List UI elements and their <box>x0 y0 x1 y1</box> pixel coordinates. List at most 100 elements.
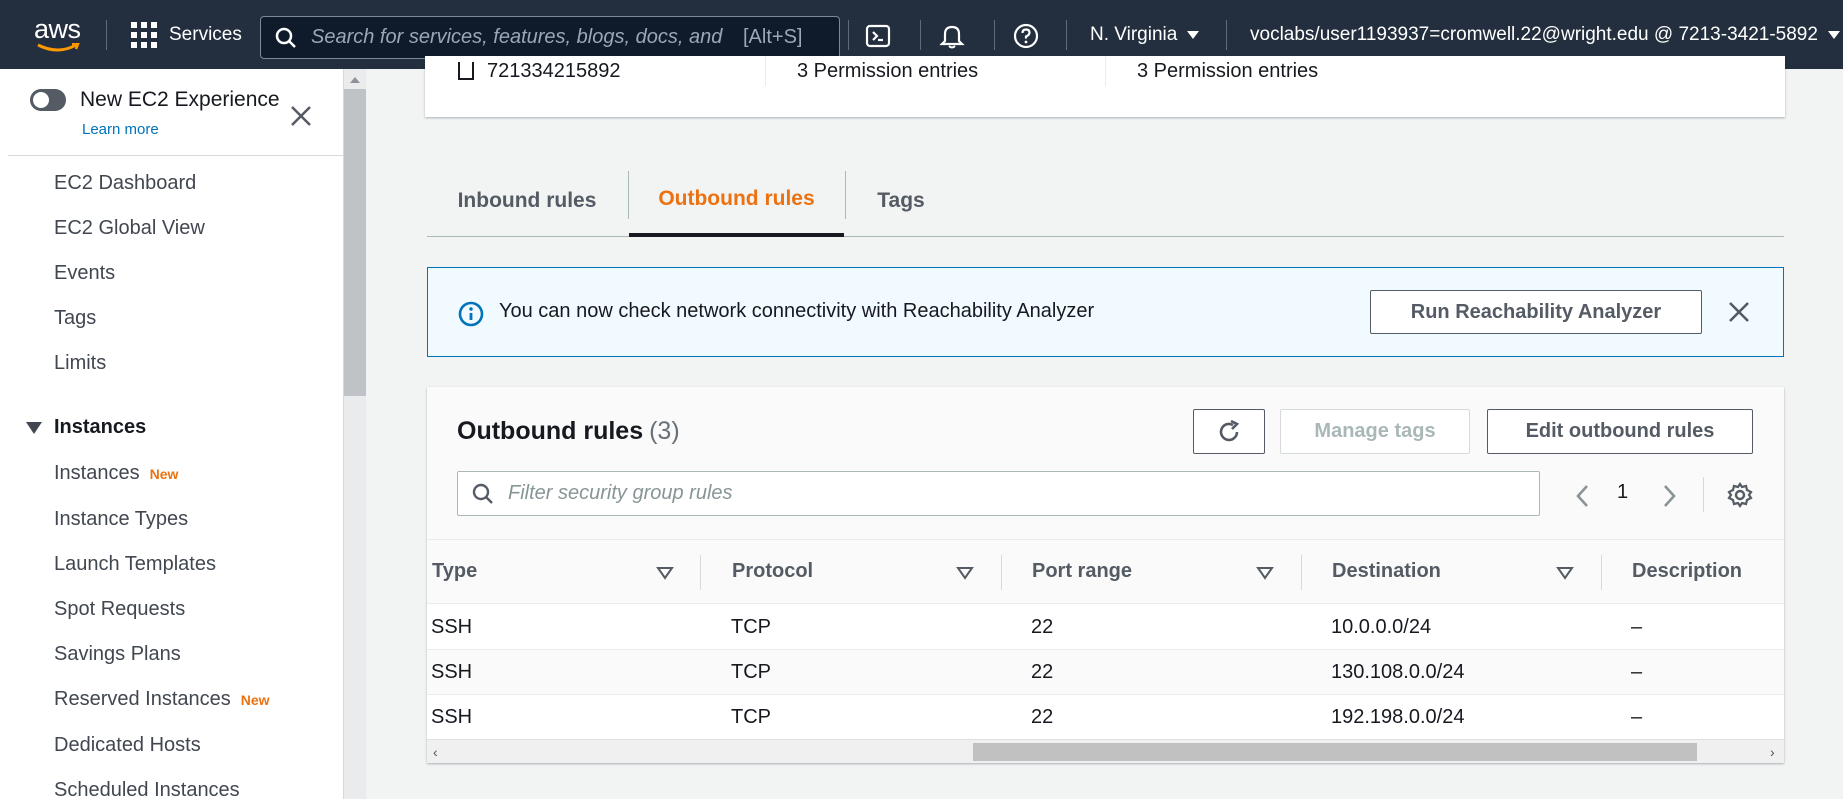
sort-icon[interactable] <box>656 566 674 580</box>
edit-outbound-rules-button[interactable]: Edit outbound rules <box>1487 409 1753 454</box>
table-row[interactable]: SSH TCP 22 130.108.0.0/24 – <box>427 650 1784 695</box>
cell-destination: 10.0.0.0/24 <box>1331 616 1432 638</box>
tab-outbound-rules[interactable]: Outbound rules <box>629 165 844 237</box>
region-label: N. Virginia <box>1090 24 1178 45</box>
column-divider <box>765 56 766 86</box>
sidebar-section-instances[interactable]: Instances <box>26 416 146 439</box>
new-experience-toggle[interactable] <box>30 89 66 111</box>
outbound-rules-table: Outbound rules (3) Manage tags Edit outbo… <box>427 387 1784 763</box>
sidebar-item-scheduled-instances[interactable]: Scheduled Instances <box>54 779 240 799</box>
caret-down-icon <box>1187 31 1200 39</box>
filter-rules-input[interactable]: Filter security group rules <box>457 471 1540 516</box>
table-row[interactable]: SSH TCP 22 10.0.0.0/24 – <box>427 605 1784 650</box>
column-header-description[interactable]: Description <box>1632 560 1742 583</box>
scroll-up-arrow-icon[interactable] <box>350 77 360 83</box>
outbound-rules-count: 3 Permission entries <box>1137 60 1319 82</box>
tab-inbound-rules[interactable]: Inbound rules <box>427 165 627 237</box>
scrollbar-thumb[interactable] <box>344 89 366 396</box>
tab-tags[interactable]: Tags <box>846 165 956 237</box>
new-experience-label: New EC2 Experience <box>80 88 280 111</box>
bell-icon[interactable] <box>938 22 966 50</box>
chevron-right-icon[interactable] <box>1659 483 1679 509</box>
gear-icon[interactable] <box>1727 482 1753 508</box>
account-menu[interactable]: voclabs/user1193937=cromwell.22@wright.e… <box>1250 24 1840 46</box>
search-shortcut: [Alt+S] <box>743 26 803 48</box>
learn-more-link[interactable]: Learn more <box>82 121 159 138</box>
info-flashbar: You can now check network connectivity w… <box>427 267 1784 357</box>
account-label: voclabs/user1193937=cromwell.22@wright.e… <box>1250 24 1818 45</box>
sidebar-item-ec2-global-view[interactable]: EC2 Global View <box>54 217 205 240</box>
table-title-label: Outbound rules <box>457 417 644 445</box>
cell-description: – <box>1631 706 1643 728</box>
sort-icon[interactable] <box>1256 566 1274 580</box>
column-divider[interactable] <box>1601 555 1602 590</box>
cell-type: SSH <box>431 616 473 638</box>
pager-divider <box>1703 477 1704 512</box>
close-icon[interactable] <box>290 105 312 127</box>
cell-destination: 130.108.0.0/24 <box>1331 661 1465 683</box>
filter-placeholder: Filter security group rules <box>508 482 733 504</box>
global-search-input[interactable]: Search for services, features, blogs, do… <box>260 16 840 59</box>
column-divider[interactable] <box>1301 555 1302 590</box>
column-divider <box>1105 56 1106 86</box>
sidebar-item-instances[interactable]: Instances New <box>54 462 178 485</box>
nav-divider <box>1226 20 1227 50</box>
sidebar-item-savings-plans[interactable]: Savings Plans <box>54 643 181 666</box>
cloudshell-icon[interactable] <box>864 22 892 50</box>
details-card: 721334215892 3 Permission entries 3 Perm… <box>425 56 1785 117</box>
sort-icon[interactable] <box>956 566 974 580</box>
scroll-right-arrow-icon[interactable]: › <box>1770 744 1775 760</box>
sidebar-item-ec2-dashboard[interactable]: EC2 Dashboard <box>54 172 196 195</box>
page-number[interactable]: 1 <box>1617 481 1628 504</box>
cell-type: SSH <box>431 661 473 683</box>
manage-tags-button[interactable]: Manage tags <box>1280 409 1470 454</box>
help-icon[interactable] <box>1012 22 1040 50</box>
column-divider[interactable] <box>700 555 701 590</box>
column-header-port-range[interactable]: Port range <box>1032 560 1132 583</box>
column-divider[interactable] <box>1001 555 1002 590</box>
column-header-type[interactable]: Type <box>432 560 477 583</box>
cell-protocol: TCP <box>731 616 771 638</box>
caret-down-icon <box>1827 31 1840 39</box>
run-reachability-analyzer-button[interactable]: Run Reachability Analyzer <box>1370 290 1702 334</box>
nav-divider <box>994 20 995 50</box>
inbound-rules-count: 3 Permission entries <box>797 60 979 82</box>
cell-port-range: 22 <box>1031 661 1054 683</box>
nav-divider <box>1066 20 1067 50</box>
column-header-protocol[interactable]: Protocol <box>732 560 813 583</box>
scroll-left-arrow-icon[interactable]: ‹ <box>433 744 438 760</box>
refresh-button[interactable] <box>1193 409 1265 454</box>
search-icon <box>275 27 296 48</box>
table-count: (3) <box>649 417 680 445</box>
triangle-down-icon <box>26 421 42 434</box>
cell-protocol: TCP <box>731 706 771 728</box>
sidebar-item-events[interactable]: Events <box>54 262 115 285</box>
chevron-left-icon[interactable] <box>1573 483 1593 509</box>
column-header-destination[interactable]: Destination <box>1332 560 1441 583</box>
sidebar-item-launch-templates[interactable]: Launch Templates <box>54 553 216 576</box>
close-icon[interactable] <box>1728 301 1750 323</box>
grid-icon <box>131 22 157 48</box>
table-horizontal-scrollbar[interactable]: ‹ › <box>427 739 1784 763</box>
cell-port-range: 22 <box>1031 616 1054 638</box>
cell-protocol: TCP <box>731 661 771 683</box>
sidebar-item-spot-requests[interactable]: Spot Requests <box>54 598 185 621</box>
sidebar-item-label: Instances <box>54 462 140 484</box>
sidebar-item-limits[interactable]: Limits <box>54 352 106 375</box>
copy-icon[interactable] <box>458 62 474 80</box>
sidebar-item-dedicated-hosts[interactable]: Dedicated Hosts <box>54 734 201 757</box>
sidebar-item-instance-types[interactable]: Instance Types <box>54 508 188 531</box>
search-icon <box>472 483 493 504</box>
scrollbar-thumb[interactable] <box>973 743 1697 761</box>
refresh-icon <box>1219 419 1240 441</box>
search-placeholder: Search for services, features, blogs, do… <box>311 26 723 48</box>
info-icon <box>458 301 484 327</box>
sidebar-item-tags[interactable]: Tags <box>54 307 96 330</box>
services-menu-button[interactable]: Services <box>131 22 242 48</box>
sidebar-item-reserved-instances[interactable]: Reserved Instances New <box>54 688 270 711</box>
region-selector[interactable]: N. Virginia <box>1090 24 1200 46</box>
sort-icon[interactable] <box>1556 566 1574 580</box>
aws-logo[interactable]: aws <box>34 14 82 54</box>
table-row[interactable]: SSH TCP 22 192.198.0.0/24 – <box>427 695 1784 740</box>
sidebar-scrollbar[interactable] <box>344 69 366 799</box>
